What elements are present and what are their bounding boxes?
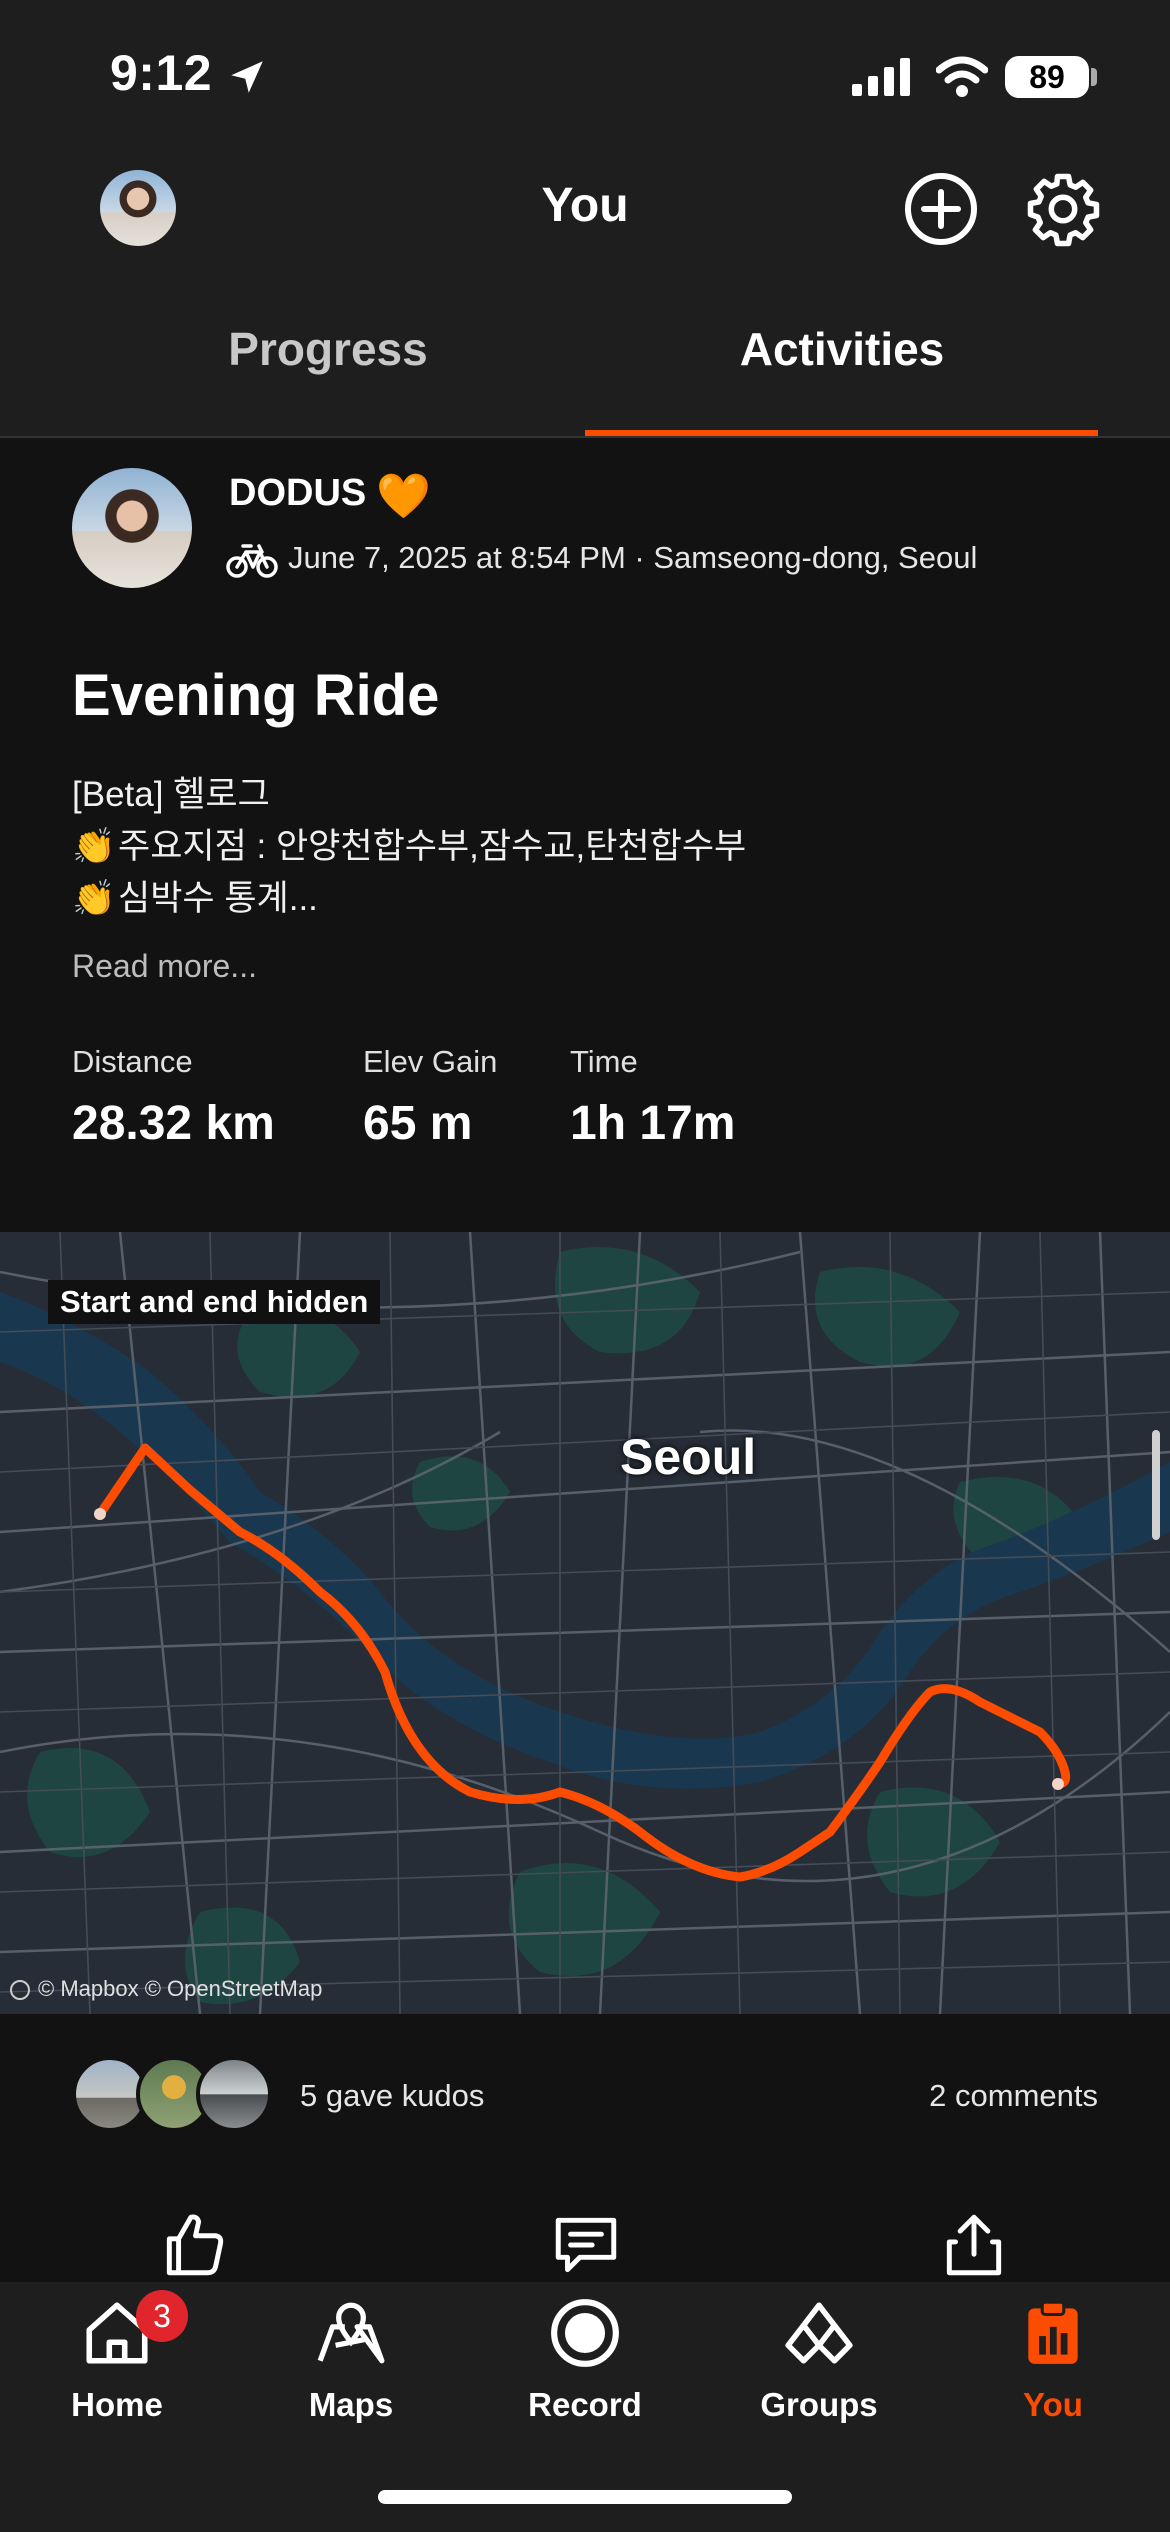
kudos-count[interactable]: 5 gave kudos <box>300 2078 484 2114</box>
record-icon <box>551 2299 619 2367</box>
stat-label-elev-gain: Elev Gain <box>363 1044 498 1079</box>
add-circle-icon[interactable] <box>904 172 978 246</box>
stat-value-distance: 28.32 km <box>72 1097 275 1150</box>
activity-meta: June 7, 2025 at 8:54 PM · Samseong-dong,… <box>288 540 978 575</box>
description-line: [Beta] 헬로그 <box>72 775 270 814</box>
comment-icon[interactable] <box>548 2208 624 2282</box>
share-icon[interactable] <box>936 2208 1012 2282</box>
page-title: You <box>541 179 629 232</box>
start-end-hidden-badge: Start and end hidden <box>48 1280 381 1324</box>
wifi-icon <box>936 56 988 97</box>
battery-indicator: 89 <box>1005 56 1089 98</box>
mapbox-logo-icon <box>10 1980 30 2001</box>
groups-icon <box>785 2302 853 2364</box>
home-indicator <box>378 2490 792 2504</box>
stat-value-time: 1h 17m <box>570 1097 736 1150</box>
stat-label-time: Time <box>570 1044 638 1079</box>
map-city-label: Seoul <box>620 1429 757 1485</box>
tab-progress[interactable]: Progress <box>68 322 588 376</box>
settings-gear-icon[interactable] <box>1024 170 1102 248</box>
signal-icon <box>852 58 910 96</box>
clapping-hands-icon: 👏 <box>72 879 116 918</box>
nav-record-label: Record <box>528 2386 642 2423</box>
bike-icon <box>226 544 278 578</box>
stat-label-distance: Distance <box>72 1044 193 1079</box>
location-arrow-icon <box>231 61 263 93</box>
orange-heart-icon: 🧡 <box>376 472 431 521</box>
nav-you-label: You <box>1023 2386 1083 2423</box>
notification-badge: 3 <box>136 2290 188 2342</box>
activity-title[interactable]: Evening Ride <box>72 662 439 729</box>
nav-groups-label: Groups <box>760 2386 878 2423</box>
description-line: 👏주요지점 : 안양천합수부,잠수교,탄천합수부 <box>72 827 747 866</box>
kudos-avatar[interactable] <box>196 2056 272 2132</box>
description-line: 👏심박수 통계... <box>72 879 318 918</box>
thumbs-up-icon[interactable] <box>156 2208 232 2282</box>
athlete-avatar[interactable] <box>72 468 192 588</box>
status-time: 9:12 <box>110 45 213 101</box>
scrollbar[interactable] <box>1152 1430 1160 1540</box>
athlete-name[interactable]: DODUS <box>229 472 366 515</box>
nav-maps-label: Maps <box>308 2386 394 2423</box>
read-more-link[interactable]: Read more... <box>72 948 257 985</box>
you-icon <box>1028 2300 1078 2364</box>
comments-count[interactable]: 2 comments <box>929 2078 1098 2114</box>
nav-home-label: Home <box>71 2386 163 2423</box>
stat-value-elev-gain: 65 m <box>363 1097 473 1150</box>
map-canvas <box>0 1232 1170 2014</box>
tab-divider <box>0 436 1170 438</box>
route-map[interactable] <box>0 1232 1170 2014</box>
tab-activities[interactable]: Activities <box>582 322 1102 376</box>
maps-icon <box>317 2302 385 2364</box>
clapping-hands-icon: 👏 <box>72 827 116 866</box>
battery-tip <box>1091 68 1097 86</box>
map-attribution[interactable]: © Mapbox © OpenStreetMap <box>10 1976 322 2002</box>
